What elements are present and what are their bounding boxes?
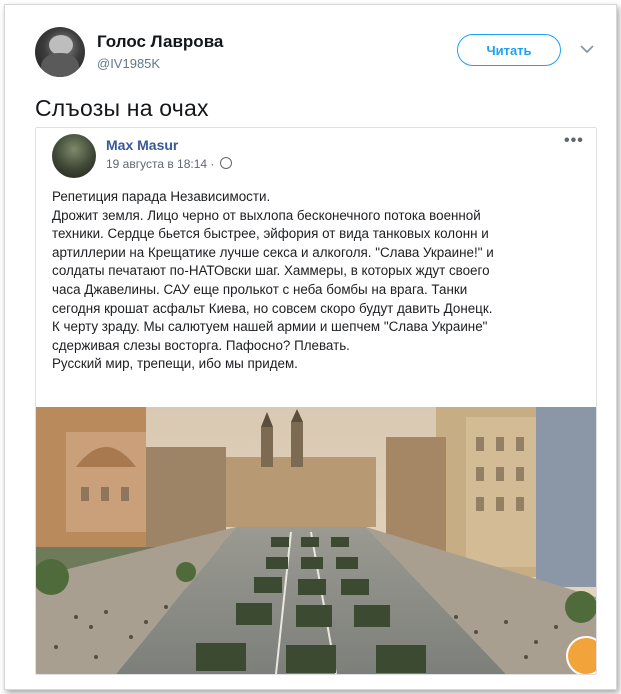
post-line: техники. Сердце бьется быстрее, эйфория … bbox=[52, 226, 489, 242]
screenshot-frame: Голос Лаврова @IV1985K Читать Слъозы на … bbox=[4, 4, 617, 690]
post-author-avatar[interactable] bbox=[52, 134, 96, 178]
post-line: Репетиция парада Независимости. bbox=[52, 189, 271, 204]
post-body: Репетиция парада Независимости. Дрожит з… bbox=[52, 188, 582, 374]
post-author-name[interactable]: Max Masur bbox=[106, 137, 178, 153]
follow-button[interactable]: Читать bbox=[457, 34, 561, 66]
globe-icon bbox=[219, 157, 232, 169]
watermark-logo bbox=[566, 636, 596, 674]
post-line: часа Джавелины. САУ еще пролькот с неба … bbox=[52, 281, 468, 297]
embedded-post-card[interactable]: Max Masur 19 августа в 18:14 · ••• Репет… bbox=[35, 127, 597, 675]
post-timestamp: 19 августа в 18:14 · bbox=[106, 157, 232, 171]
post-line: артиллерии на Крещатике лучше секса и ал… bbox=[52, 244, 494, 260]
tweet-author-handle[interactable]: @IV1985K bbox=[97, 56, 160, 71]
post-line: Русский мир, трепещи, ибо мы придем. bbox=[52, 356, 298, 372]
post-line: сдерживая слезы восторга. Пафосно? Плева… bbox=[52, 337, 350, 353]
post-line: солдаты печатают по-НАТОвски шаг. Хаммер… bbox=[52, 263, 490, 279]
post-line: Дрожит земля. Лицо черно от выхлопа беск… bbox=[52, 207, 481, 223]
chevron-down-icon[interactable] bbox=[578, 40, 596, 58]
more-options-button[interactable]: ••• bbox=[564, 132, 584, 150]
post-date: 19 августа в 18:14 · bbox=[106, 157, 215, 171]
tweet-author-avatar[interactable] bbox=[35, 27, 85, 77]
tweet-author-name[interactable]: Голос Лаврова bbox=[97, 32, 223, 52]
post-photo-parade-street[interactable] bbox=[36, 407, 596, 674]
tweet-text: Слъозы на очах bbox=[35, 95, 209, 121]
post-line: К черту зраду. Мы салютуем нашей армии и… bbox=[52, 319, 488, 335]
post-line: сегодня крошат асфальт Киева, но совсем … bbox=[52, 300, 493, 316]
